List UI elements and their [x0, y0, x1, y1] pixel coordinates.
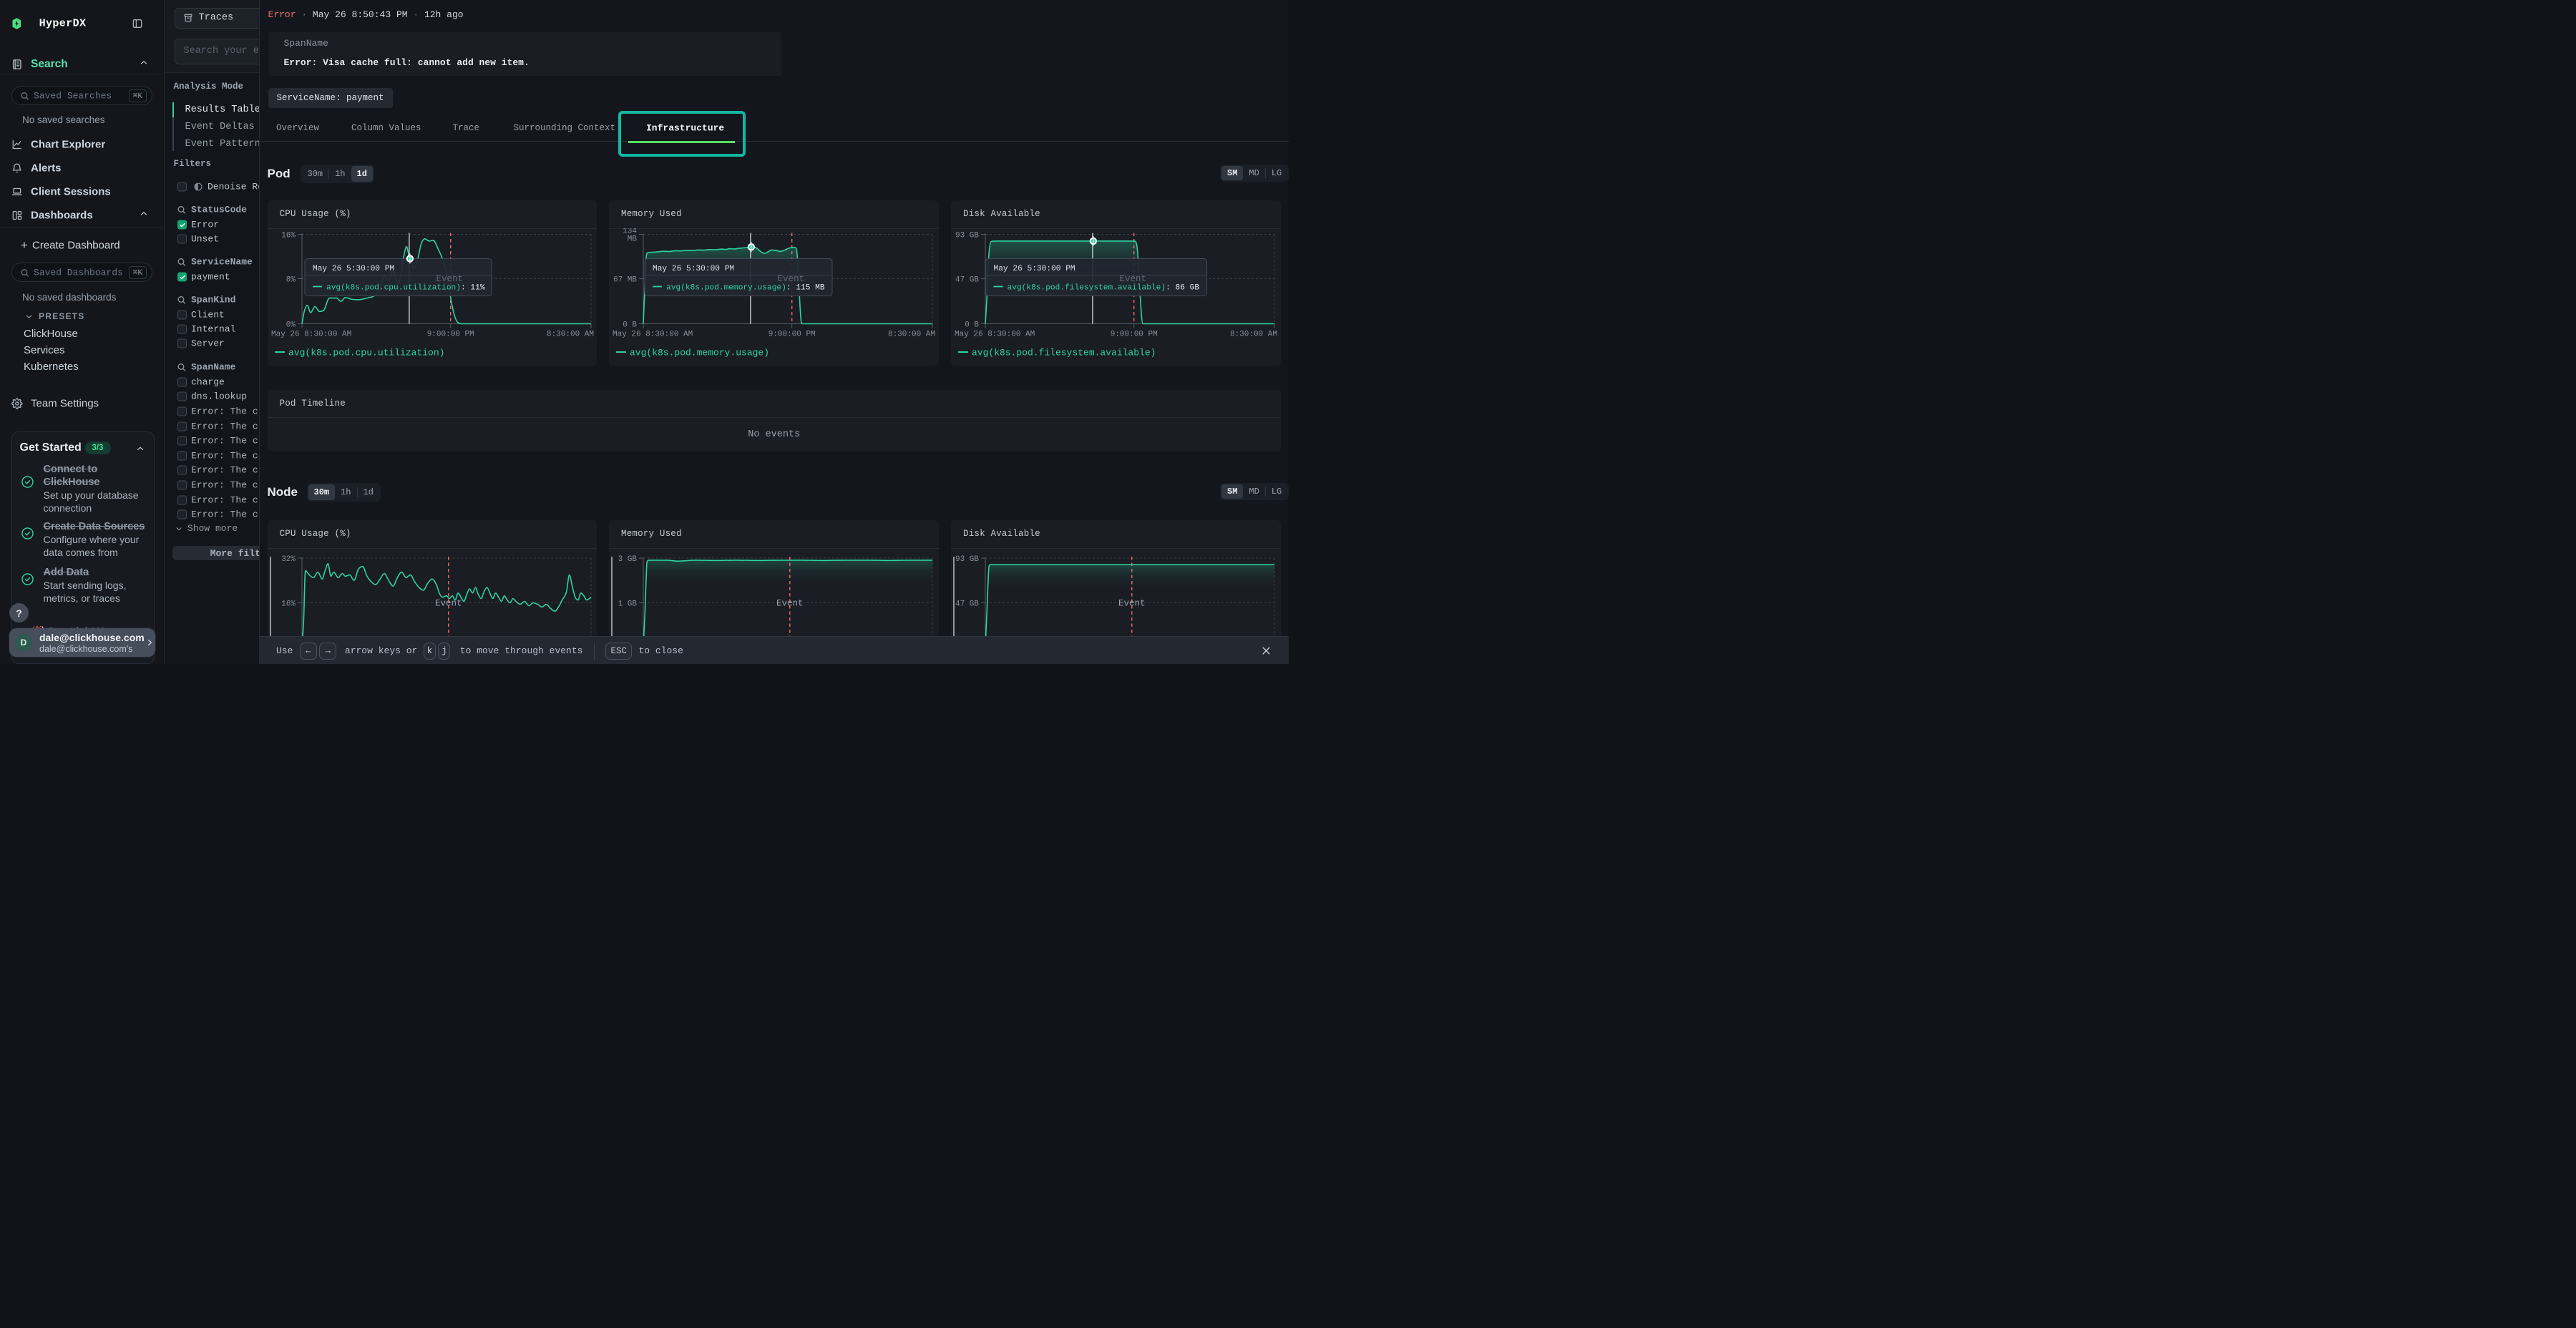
svg-text:93 GB: 93 GB [955, 231, 979, 240]
svg-text:1 GB: 1 GB [618, 600, 638, 608]
svg-text:67 MB: 67 MB [613, 275, 637, 284]
svg-text:32%: 32% [281, 555, 296, 564]
svg-text:avg(k8s.pod.memory.usage): avg(k8s.pod.memory.usage) [630, 347, 769, 358]
svg-text:8:30:00 AM: 8:30:00 AM [546, 330, 593, 338]
svg-text:avg(k8s.pod.cpu.utilization): avg(k8s.pod.cpu.utilization) [288, 347, 444, 358]
svg-text:Event: Event [777, 274, 804, 284]
svg-text:0%: 0% [286, 321, 296, 329]
svg-text:93 GB: 93 GB [955, 555, 979, 564]
svg-text:May 26 5:30:00 PM: May 26 5:30:00 PM [994, 265, 1075, 273]
svg-text:avg(k8s.pod.filesystem.availab: avg(k8s.pod.filesystem.available) [972, 347, 1156, 358]
svg-text:8:30:00 AM: 8:30:00 AM [1230, 330, 1277, 338]
svg-text:May 26 8:30:00 AM: May 26 8:30:00 AM [271, 330, 351, 338]
svg-text:0 B: 0 B [965, 321, 979, 329]
svg-text:0 B: 0 B [623, 321, 637, 329]
svg-text:8:30:00 AM: 8:30:00 AM [888, 330, 935, 338]
svg-text:Event: Event [435, 598, 462, 608]
svg-text:May 26 5:30:00 PM: May 26 5:30:00 PM [653, 265, 734, 273]
svg-text:Event: Event [1118, 598, 1146, 608]
svg-text:Event: Event [436, 274, 463, 284]
svg-text:avg(k8s.pod.memory.usage): 115: avg(k8s.pod.memory.usage): 115 MB [666, 283, 825, 292]
svg-text:Event: Event [776, 598, 804, 608]
svg-text:May 26 8:30:00 AM: May 26 8:30:00 AM [613, 330, 693, 338]
svg-text:3 GB: 3 GB [618, 555, 638, 564]
svg-text:avg(k8s.pod.filesystem.availab: avg(k8s.pod.filesystem.available): 86 GB [1008, 283, 1200, 292]
svg-text:May 26 8:30:00 AM: May 26 8:30:00 AM [955, 330, 1035, 338]
svg-text:47 GB: 47 GB [955, 275, 979, 284]
svg-text:Event: Event [1119, 274, 1146, 284]
svg-text:avg(k8s.pod.cpu.utilization):: avg(k8s.pod.cpu.utilization): 11% [326, 283, 485, 292]
svg-text:8%: 8% [286, 275, 296, 284]
svg-text:May 26 5:30:00 PM: May 26 5:30:00 PM [313, 265, 394, 273]
svg-text:47 GB: 47 GB [955, 600, 979, 608]
svg-text:16%: 16% [281, 231, 296, 240]
svg-text:9:00:00 PM: 9:00:00 PM [426, 330, 474, 338]
svg-text:MB: MB [628, 235, 638, 243]
svg-text:9:00:00 PM: 9:00:00 PM [769, 330, 816, 338]
svg-text:16%: 16% [281, 600, 296, 608]
svg-text:9:00:00 PM: 9:00:00 PM [1111, 330, 1158, 338]
